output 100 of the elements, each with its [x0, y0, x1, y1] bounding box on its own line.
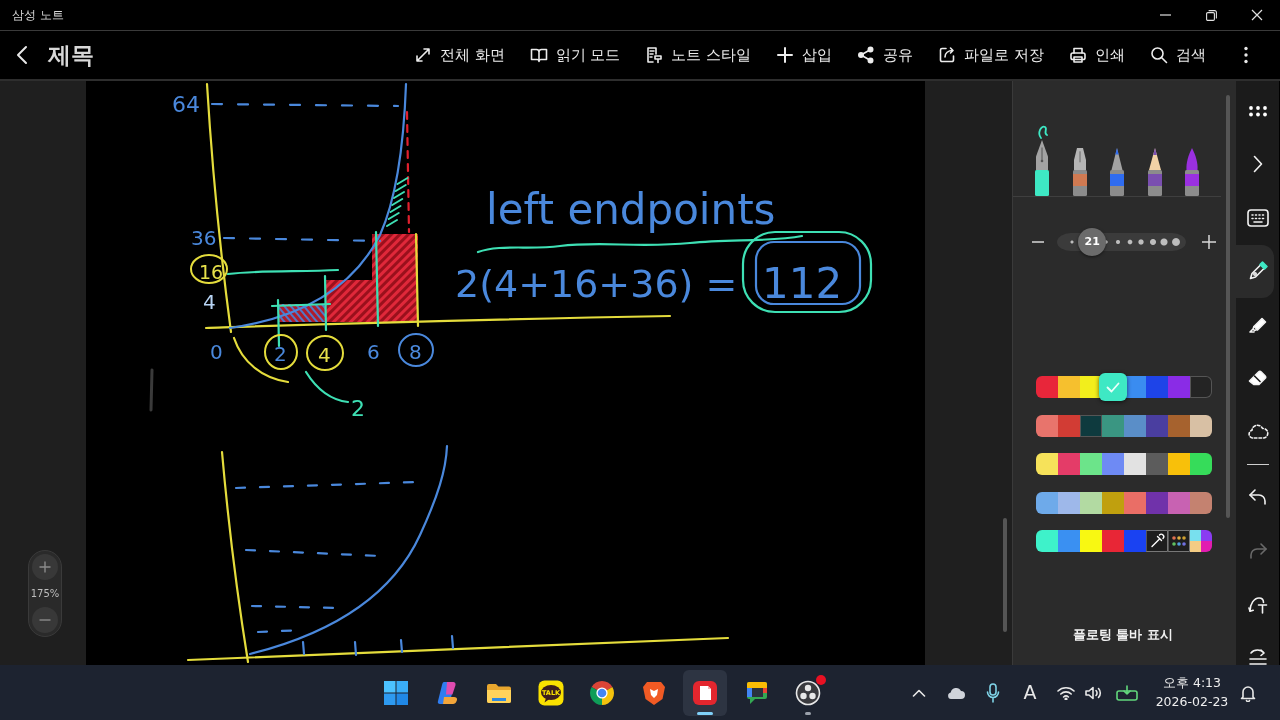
share-icon: [857, 46, 876, 64]
input-mode-indicator[interactable]: A: [1023, 678, 1037, 707]
circle-mark: [190, 254, 228, 284]
color-swatch[interactable]: [1124, 491, 1146, 514]
back-icon[interactable]: [16, 45, 28, 65]
color-swatch[interactable]: [1036, 453, 1058, 475]
check-icon: [1106, 381, 1120, 393]
microphone-icon[interactable]: [986, 682, 1000, 703]
circle-mark: [264, 334, 298, 370]
color-swatch[interactable]: [1146, 453, 1168, 475]
scrollbar[interactable]: [1003, 518, 1007, 632]
note-style-button[interactable]: 노트 스타일: [645, 43, 752, 67]
color-swatch[interactable]: [1036, 491, 1058, 514]
color-swatch[interactable]: [1168, 414, 1190, 437]
color-swatch[interactable]: [1102, 453, 1124, 475]
color-swatch[interactable]: [1080, 491, 1102, 514]
handwritten-text: 4: [203, 290, 216, 314]
curved-stroke: [232, 336, 290, 384]
notepad-icon: [692, 679, 718, 706]
color-swatch[interactable]: [1080, 376, 1102, 398]
handwritten-text: left endpoints: [486, 185, 776, 234]
dot-grid-icon[interactable]: [1168, 530, 1190, 552]
keyboard-icon[interactable]: [1246, 208, 1269, 227]
color-swatch[interactable]: [1058, 414, 1080, 437]
eyedropper-icon[interactable]: [1146, 530, 1168, 552]
color-swatch[interactable]: [1146, 376, 1168, 398]
color-swatch[interactable]: [1036, 530, 1058, 552]
tick-mark: [301, 640, 306, 656]
color-swatch[interactable]: [1190, 376, 1212, 398]
save-file-button[interactable]: 파일로 저장: [938, 43, 1044, 67]
pencil-icon[interactable]: [1146, 148, 1163, 196]
wifi-icon[interactable]: [1057, 685, 1075, 700]
color-swatch[interactable]: [1168, 491, 1190, 514]
brush-icon[interactable]: [1184, 148, 1200, 196]
handwritten-text: 16: [199, 261, 224, 283]
color-swatch[interactable]: [1080, 414, 1102, 437]
handwritten-text: 0: [210, 340, 223, 364]
color-swatch[interactable]: [1099, 373, 1127, 401]
color-swatch[interactable]: [1036, 376, 1058, 398]
chevron-up-icon[interactable]: [912, 688, 926, 697]
fullscreen-button[interactable]: 전체 화면: [413, 43, 505, 67]
close-icon: [1251, 9, 1263, 21]
zoom-out-button[interactable]: [32, 607, 58, 633]
bell-icon[interactable]: [1240, 683, 1256, 702]
multicolor-swatch-icon[interactable]: [1190, 530, 1212, 552]
ballpoint-pen-icon[interactable]: [1109, 148, 1125, 196]
chevron-right-icon[interactable]: [1252, 155, 1263, 174]
handwritten-text: 4: [318, 343, 331, 367]
handwritten-text: 64: [172, 92, 200, 117]
color-swatch[interactable]: [1168, 376, 1190, 398]
more-icon[interactable]: [1247, 104, 1268, 117]
reading-mode-button[interactable]: 읽기 모드: [529, 43, 621, 67]
color-swatch[interactable]: [1102, 530, 1124, 552]
color-swatch[interactable]: [1102, 491, 1124, 514]
color-swatch[interactable]: [1058, 491, 1080, 514]
color-swatch[interactable]: [1058, 453, 1080, 475]
fountain-pen-icon[interactable]: [1034, 124, 1050, 196]
color-swatch[interactable]: [1124, 414, 1146, 437]
tick-mark: [353, 640, 358, 657]
scrollbar[interactable]: [1226, 95, 1230, 518]
color-swatch[interactable]: [1190, 414, 1212, 437]
slider-thumb[interactable]: 21: [1078, 228, 1107, 256]
color-swatch[interactable]: [1124, 453, 1146, 475]
circle-mark: [306, 335, 344, 371]
tray-download-icon[interactable]: [1116, 684, 1138, 701]
window-title: 삼성 노트: [11, 7, 64, 24]
search-button[interactable]: 검색: [1150, 43, 1206, 67]
color-swatch[interactable]: [1058, 376, 1080, 398]
pen-tool-button[interactable]: [1236, 244, 1274, 298]
color-swatch[interactable]: [1124, 530, 1146, 552]
color-swatch[interactable]: [1168, 453, 1190, 475]
color-swatch[interactable]: [1080, 453, 1102, 475]
cloud-icon[interactable]: [946, 685, 966, 700]
calligraphy-pen-icon[interactable]: [1071, 148, 1088, 196]
color-swatch[interactable]: [1190, 453, 1212, 475]
color-swatch[interactable]: [1102, 414, 1124, 437]
handwritten-text: 112: [762, 259, 843, 308]
color-swatch[interactable]: [1036, 414, 1058, 437]
expand-arrows-icon: [413, 46, 432, 64]
floating-toolbar-button[interactable]: 플로팅 툴바 표시: [1072, 624, 1174, 644]
handwritten-text: 2: [274, 342, 287, 366]
shield-icon: [640, 679, 667, 706]
insert-button[interactable]: 삽입: [776, 43, 833, 67]
leader-line: [304, 370, 350, 404]
color-swatch[interactable]: [1146, 414, 1168, 437]
size-slider[interactable]: 21: [1057, 228, 1186, 256]
color-swatch[interactable]: [1190, 491, 1212, 514]
color-swatch[interactable]: [1146, 491, 1168, 514]
share-button[interactable]: 공유: [857, 43, 914, 67]
taskbar-button[interactable]: [683, 669, 727, 716]
search-icon: [1150, 46, 1168, 64]
print-button[interactable]: 인쇄: [1069, 43, 1125, 67]
color-swatch[interactable]: [1058, 530, 1080, 552]
handwritten-text: 2: [351, 396, 365, 421]
plus-icon[interactable]: [1202, 235, 1216, 249]
color-swatch[interactable]: [1080, 530, 1102, 552]
plus-icon: [39, 561, 51, 573]
volume-icon[interactable]: [1085, 685, 1103, 700]
zoom-in-button[interactable]: [32, 554, 58, 580]
clock-button[interactable]: 오후 4:13 2026-02-23: [1148, 672, 1236, 713]
